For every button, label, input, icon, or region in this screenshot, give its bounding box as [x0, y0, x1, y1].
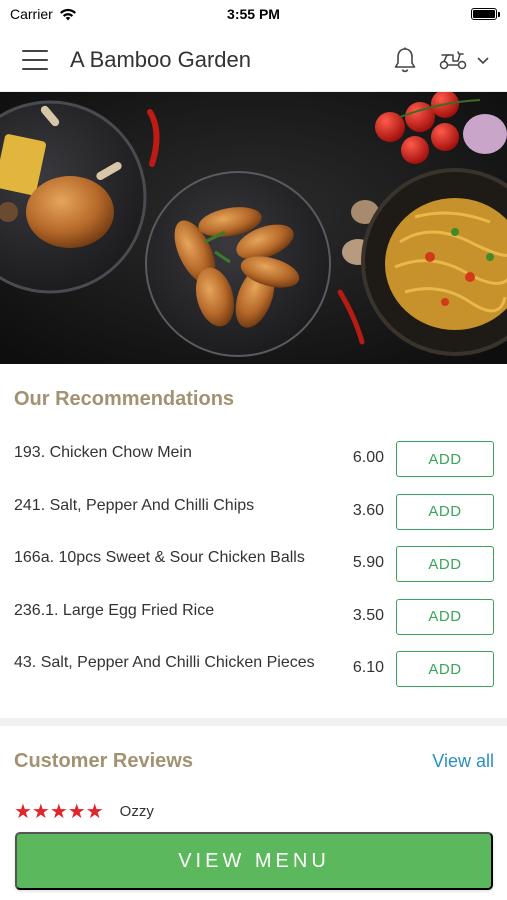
review-item: ★★★★★ Ozzy: [0, 799, 507, 824]
add-button[interactable]: ADD: [396, 598, 494, 635]
add-button[interactable]: ADD: [396, 651, 494, 687]
wifi-icon: [59, 8, 76, 20]
item-name: 166a. 10pcs Sweet & Sour Chicken Balls: [14, 549, 305, 566]
recommendation-item: 166a. 10pcs Sweet & Sour Chicken Balls 5…: [0, 546, 507, 599]
reviews-header: Customer Reviews View all: [0, 750, 507, 773]
delivery-scooter-icon[interactable]: [437, 44, 469, 76]
item-name: 193. Chicken Chow Mein: [14, 444, 192, 461]
item-price: 3.60: [352, 501, 384, 519]
item-name: 241. Salt, Pepper And Chilli Chips: [14, 496, 255, 514]
recommendations-title: Our Recommendations: [14, 388, 235, 410]
app-header: A Bamboo Garden: [0, 28, 507, 92]
reviewer-name: Ozzy: [119, 803, 154, 820]
item-price: 5.90: [352, 554, 384, 571]
bell-icon[interactable]: [389, 44, 421, 76]
add-button[interactable]: ADD: [396, 493, 494, 530]
recommendation-item: 241. Salt, Pepper And Chilli Chips 3.60 …: [0, 493, 507, 547]
bottom-bar: VIEW MENU: [0, 826, 507, 900]
recommendation-item: 193. Chicken Chow Mein 6.00 ADD: [0, 441, 507, 494]
item-name: 43. Salt, Pepper And Chilli Chicken Piec…: [14, 654, 315, 671]
recommendation-item: 236.1. Large Egg Fried Rice 3.50 ADD: [0, 598, 507, 652]
carrier-label: Carrier: [10, 6, 53, 22]
recommendations-section: Our Recommendations 193. Chicken Chow Me…: [0, 364, 507, 704]
status-left: Carrier: [10, 6, 77, 22]
status-bar: Carrier 3:55 PM: [0, 0, 507, 28]
view-menu-button[interactable]: VIEW MENU: [15, 832, 493, 890]
battery-icon: [471, 8, 500, 20]
hamburger-menu-button[interactable]: [22, 49, 48, 70]
chevron-down-icon[interactable]: [473, 44, 493, 76]
add-button[interactable]: ADD: [396, 546, 494, 582]
view-all-link[interactable]: View all: [432, 751, 494, 772]
item-price: 6.10: [352, 659, 384, 676]
recommendations-list: 193. Chicken Chow Mein 6.00 ADD 241. Sal…: [0, 441, 507, 704]
item-price: 3.50: [352, 606, 384, 624]
hero-food-image: [0, 92, 507, 364]
restaurant-title: A Bamboo Garden: [70, 46, 252, 72]
item-price: 6.00: [352, 449, 384, 466]
add-button[interactable]: ADD: [396, 441, 494, 477]
section-divider: [0, 718, 507, 726]
star-rating-icon: ★★★★★: [14, 801, 104, 823]
item-name: 236.1. Large Egg Fried Rice: [14, 601, 215, 619]
reviews-title: Customer Reviews: [14, 750, 193, 772]
customer-reviews-section: Customer Reviews View all ★★★★★ Ozzy: [0, 726, 507, 826]
recommendation-item: 43. Salt, Pepper And Chilli Chicken Piec…: [0, 651, 507, 704]
